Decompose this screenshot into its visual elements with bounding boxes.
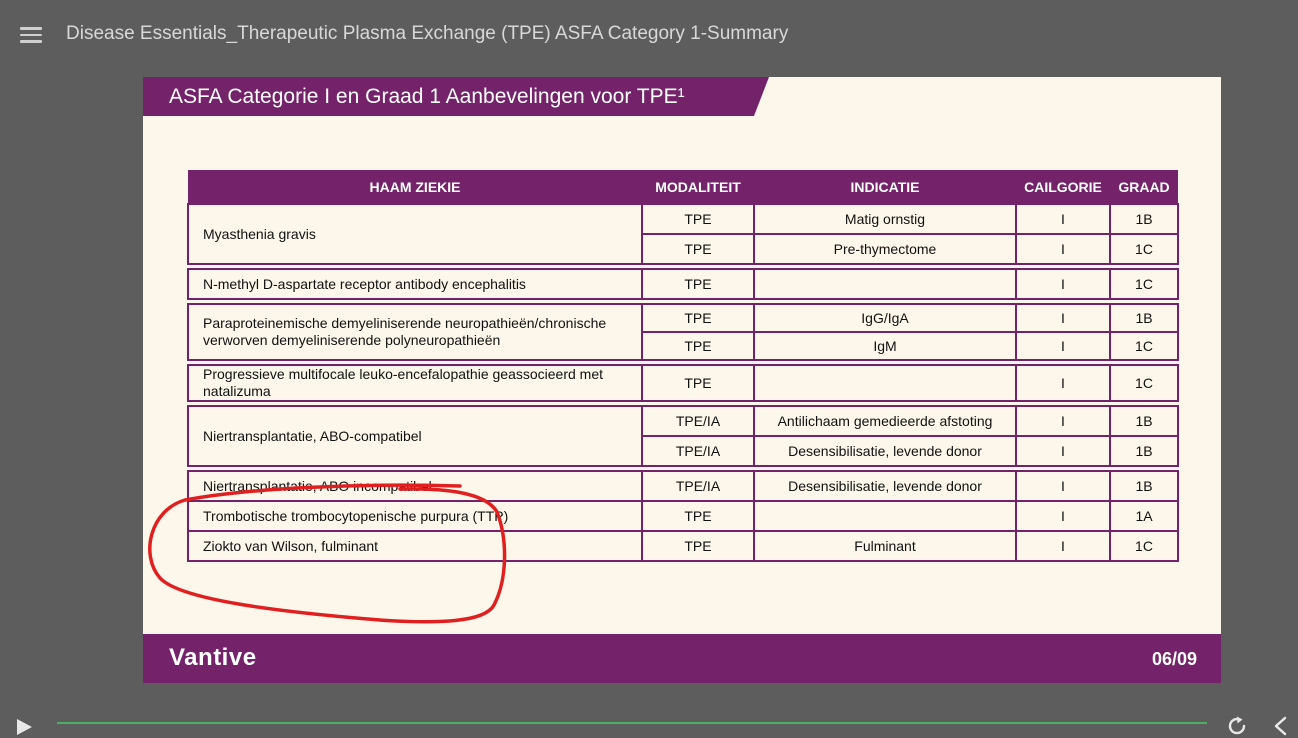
table-header-row: HAAM ZIEKIE MODALITEIT INDICATIE CAILGOR… <box>188 170 1178 204</box>
category-cell: I <box>1015 203 1111 235</box>
modality-cell: TPE/IA <box>641 405 755 437</box>
grade-cell: 1C <box>1109 331 1179 361</box>
category-cell: I <box>1015 500 1111 532</box>
modality-cell: TPE <box>641 268 755 300</box>
grade-cell: 1C <box>1109 364 1179 402</box>
modality-cell: TPE <box>641 303 755 333</box>
player-controls <box>0 706 1298 738</box>
disease-name-cell: Progressieve multifocale leuko-encefalop… <box>187 364 643 402</box>
category-cell: I <box>1015 268 1111 300</box>
header-disease-name: HAAM ZIEKIE <box>188 170 642 204</box>
disease-name-cell: Niertransplantatie, ABO-compatibel <box>187 405 643 467</box>
table-row: Myasthenia gravis TPE Matig ornstig I 1B <box>187 203 1179 265</box>
grade-cell: 1B <box>1109 303 1179 333</box>
disease-name-cell: Niertransplantatie, ABO incompatibel <box>187 470 643 502</box>
modality-cell: TPE <box>641 530 755 562</box>
asfa-table-container: HAAM ZIEKIE MODALITEIT INDICATIE CAILGOR… <box>187 170 1179 562</box>
disease-name-cell: Ziokto van Wilson, fulminant <box>187 530 643 562</box>
slide-footer: Vantive 06/09 <box>143 634 1221 683</box>
indication-cell: IgM <box>753 331 1017 361</box>
category-cell: I <box>1015 233 1111 265</box>
table-row: Niertransplantatie, ABO incompatibel TPE/… <box>187 470 1179 502</box>
play-icon[interactable] <box>14 717 34 737</box>
modality-cell: TPE <box>641 331 755 361</box>
modality-cell: TPE <box>641 364 755 402</box>
header-grade: GRAAD <box>1110 170 1178 204</box>
replay-icon[interactable] <box>1226 715 1248 737</box>
indication-cell: Desensibilisatie, levende donor <box>753 470 1017 502</box>
category-cell: I <box>1015 470 1111 502</box>
player-top-bar: Disease Essentials_Therapeutic Plasma Ex… <box>0 0 1298 70</box>
table-row: Niertransplantatie, ABO-compatibel TPE/IA… <box>187 405 1179 467</box>
asfa-table: HAAM ZIEKIE MODALITEIT INDICATIE CAILGOR… <box>187 170 1179 562</box>
category-cell: I <box>1015 405 1111 437</box>
chevron-left-icon[interactable] <box>1271 715 1291 737</box>
indication-cell <box>753 500 1017 532</box>
header-category: CAILGORIE <box>1016 170 1110 204</box>
indication-cell: Matig ornstig <box>753 203 1017 235</box>
grade-cell: 1B <box>1109 405 1179 437</box>
hamburger-menu-icon[interactable] <box>20 27 42 43</box>
grade-cell: 1C <box>1109 233 1179 265</box>
indication-cell: Desensibilisatie, levende donor <box>753 435 1017 467</box>
indication-cell: IgG/IgA <box>753 303 1017 333</box>
category-cell: I <box>1015 530 1111 562</box>
modality-cell: TPE/IA <box>641 435 755 467</box>
modality-cell: TPE/IA <box>641 470 755 502</box>
grade-cell: 1C <box>1109 530 1179 562</box>
category-cell: I <box>1015 435 1111 467</box>
grade-cell: 1C <box>1109 268 1179 300</box>
category-cell: I <box>1015 331 1111 361</box>
slide-header-banner: ASFA Categorie I en Graad 1 Aanbevelinge… <box>143 77 769 116</box>
table-row: N-methyl D-aspartate receptor antibody e… <box>187 268 1179 300</box>
disease-name-cell: N-methyl D-aspartate receptor antibody e… <box>187 268 643 300</box>
header-modality: MODALITEIT <box>642 170 754 204</box>
table-row: Trombotische trombocytopenische purpura … <box>187 500 1179 532</box>
modality-cell: TPE <box>641 500 755 532</box>
table-row: Ziokto van Wilson, fulminant TPE Fulminant… <box>187 530 1179 562</box>
modality-cell: TPE <box>641 233 755 265</box>
disease-name-cell: Paraproteinemische demyeliniserende neur… <box>187 303 643 361</box>
slide-title: ASFA Categorie I en Graad 1 Aanbevelinge… <box>169 85 685 108</box>
disease-name-cell: Myasthenia gravis <box>187 203 643 265</box>
course-title: Disease Essentials_Therapeutic Plasma Ex… <box>66 23 789 44</box>
grade-cell: 1A <box>1109 500 1179 532</box>
grade-cell: 1B <box>1109 203 1179 235</box>
header-indication: INDICATIE <box>754 170 1016 204</box>
table-row: Progressieve multifocale leuko-encefalop… <box>187 364 1179 402</box>
slide: ASFA Categorie I en Graad 1 Aanbevelinge… <box>143 77 1221 683</box>
vantive-logo: Vantive <box>169 644 257 671</box>
table-row: Paraproteinemische demyeliniserende neur… <box>187 303 1179 361</box>
indication-cell: Pre-thymectome <box>753 233 1017 265</box>
table-body: Myasthenia gravis TPE Matig ornstig I 1B TPE P… <box>187 203 1179 562</box>
grade-cell: 1B <box>1109 435 1179 467</box>
modality-cell: TPE <box>641 203 755 235</box>
indication-cell: Antilichaam gemedieerde afstoting <box>753 405 1017 437</box>
progress-bar[interactable] <box>57 722 1207 724</box>
indication-cell <box>753 364 1017 402</box>
category-cell: I <box>1015 364 1111 402</box>
disease-name-cell: Trombotische trombocytopenische purpura … <box>187 500 643 532</box>
indication-cell: Fulminant <box>753 530 1017 562</box>
grade-cell: 1B <box>1109 470 1179 502</box>
category-cell: I <box>1015 303 1111 333</box>
indication-cell <box>753 268 1017 300</box>
slide-page-number: 06/09 <box>1151 649 1197 669</box>
